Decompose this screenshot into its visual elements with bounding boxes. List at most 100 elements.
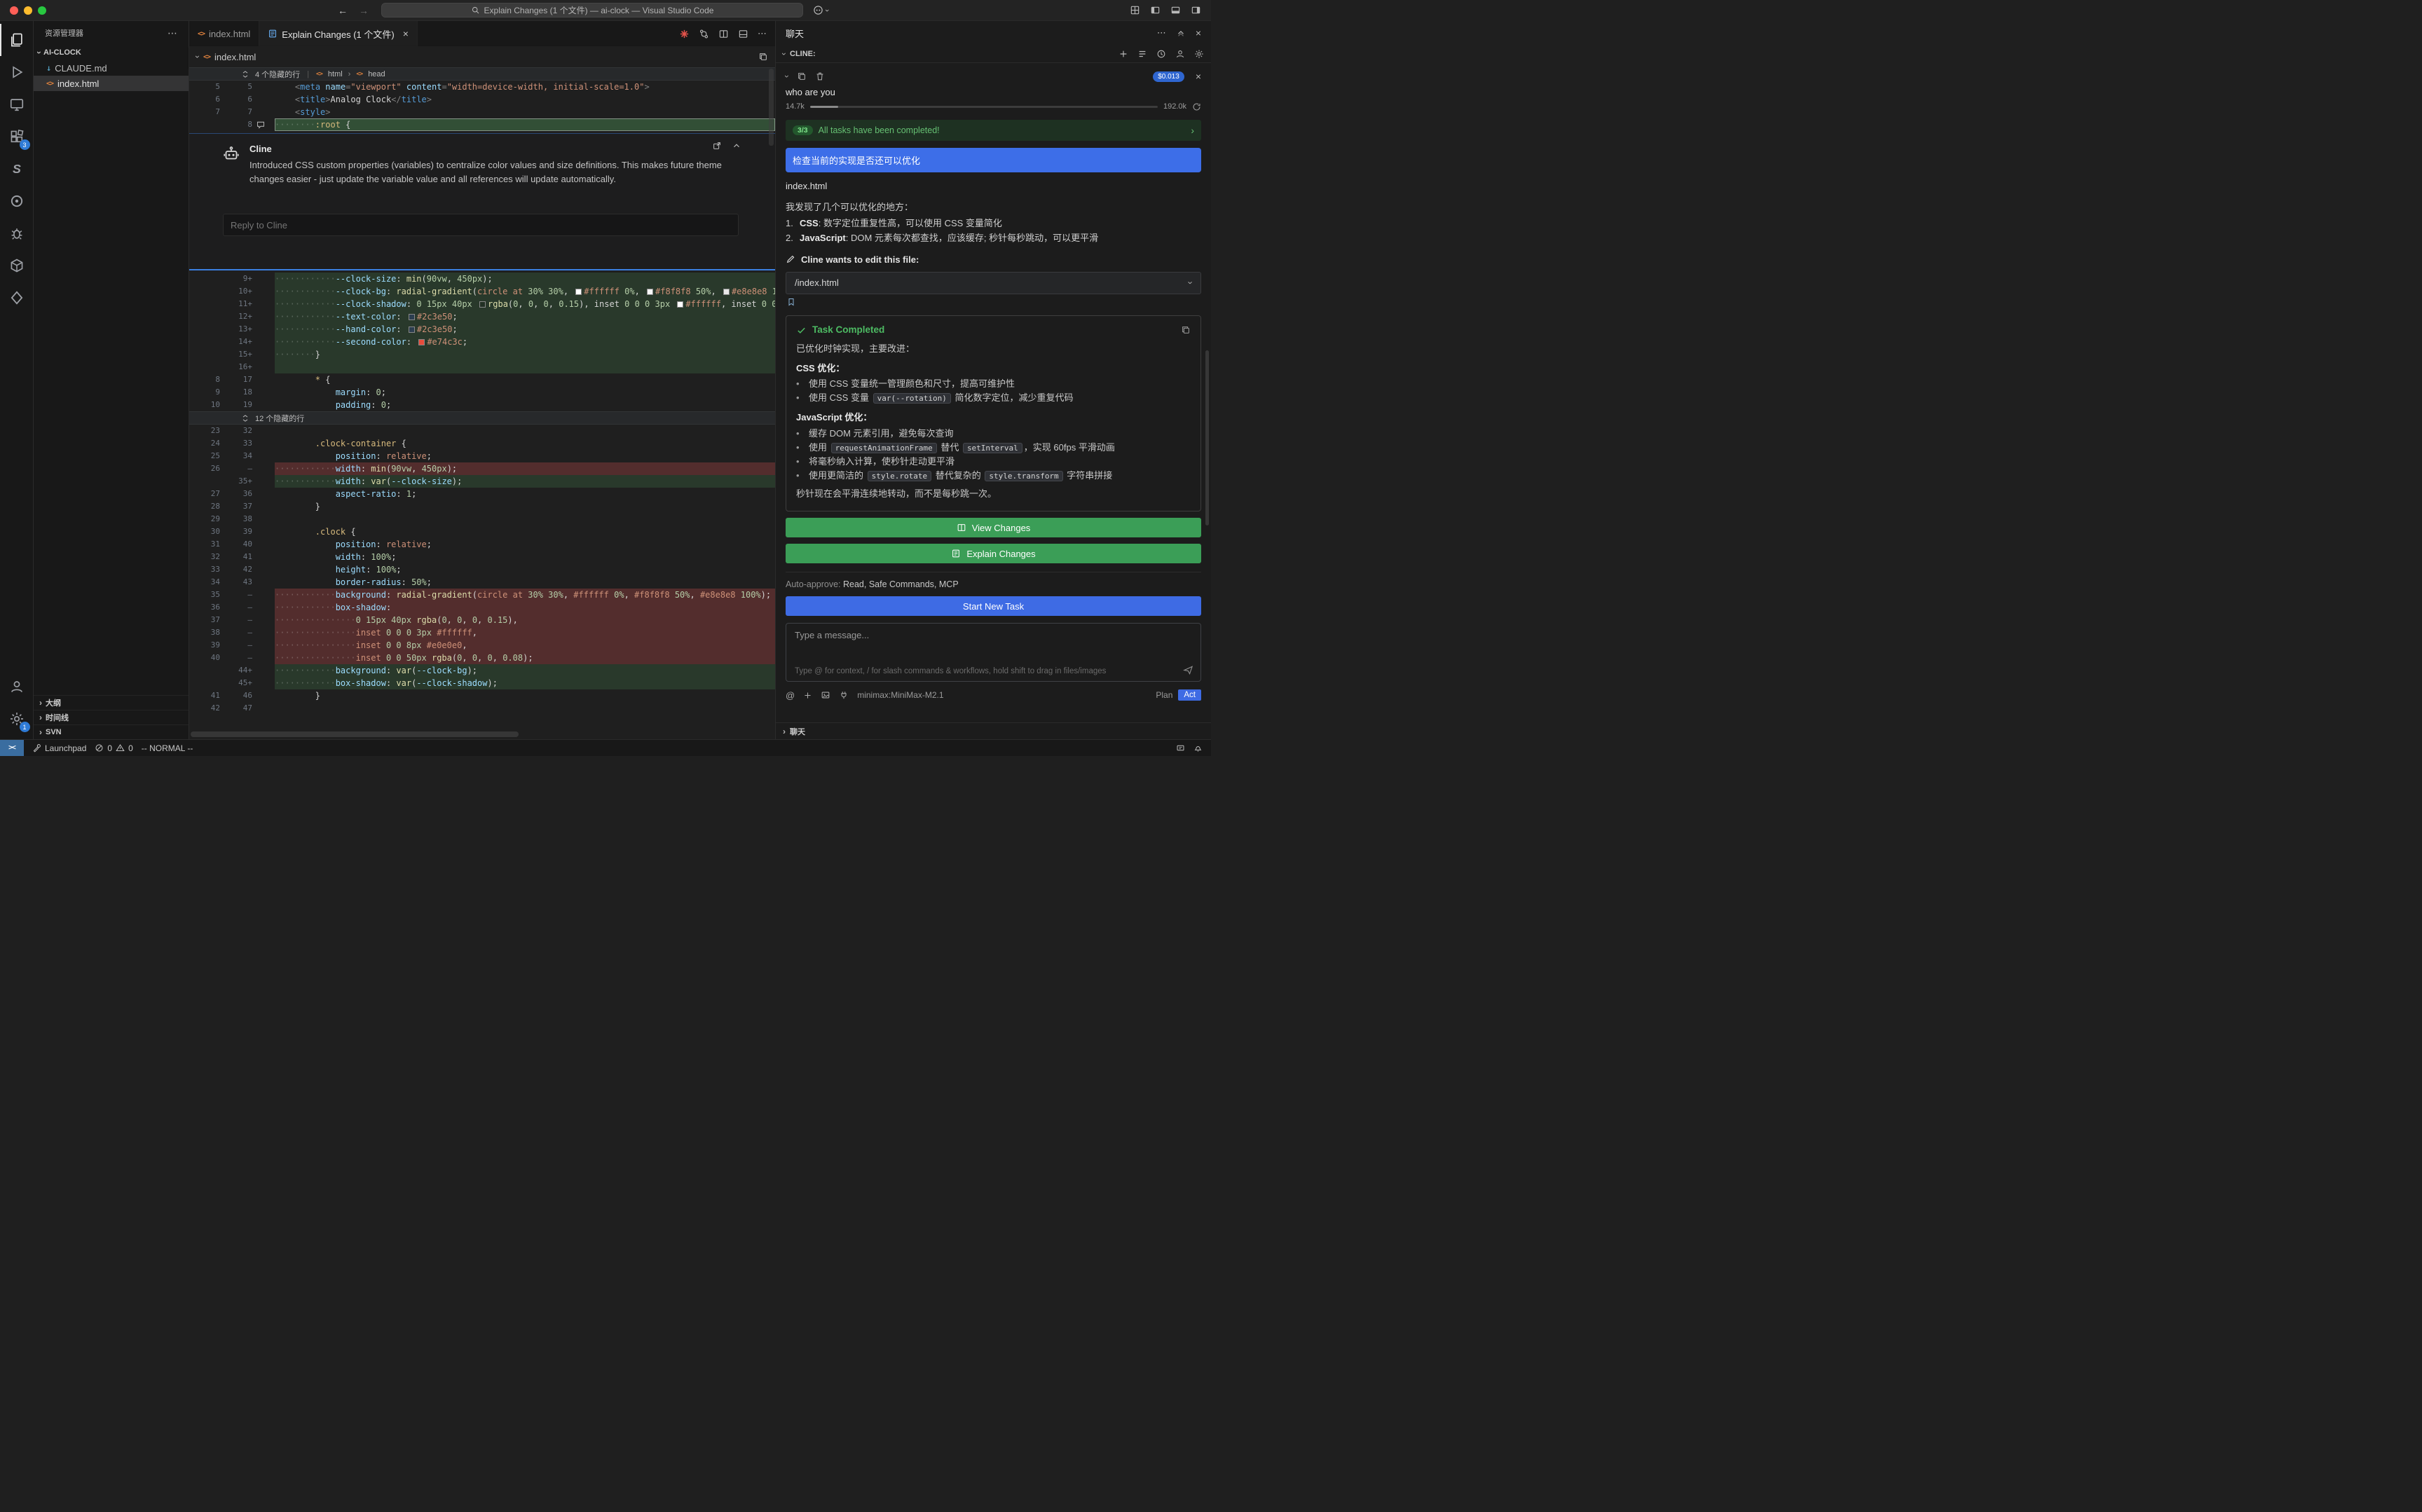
forward-button[interactable]: → (359, 5, 369, 16)
bell-icon[interactable] (1193, 743, 1203, 752)
collapse-widget-icon[interactable] (732, 141, 741, 151)
code-line[interactable]: 15+········} (189, 348, 775, 361)
explain-changes-button[interactable]: Explain Changes (786, 544, 1201, 563)
panel-more-actions-icon[interactable]: ⋯ (1157, 27, 1166, 39)
toggle-primary-sidebar-icon[interactable] (1150, 5, 1161, 15)
code-line[interactable]: 37—················0 15px 40px rgba(0, 0… (189, 614, 775, 626)
code-line[interactable]: 77 <style> (189, 106, 775, 118)
code-line[interactable]: 66 <title>Analog Clock</title> (189, 93, 775, 106)
code-line[interactable]: 9+············--clock-size: min(90vw, 45… (189, 273, 775, 285)
back-button[interactable]: ← (338, 5, 348, 16)
code-line[interactable]: 4146 } (189, 689, 775, 702)
hidden-lines-bar-1[interactable]: 4 个隐藏的行 | <> html › <> head (189, 67, 775, 81)
code-line[interactable]: 35+············width: var(--clock-size); (189, 475, 775, 488)
horizontal-scrollbar[interactable] (191, 731, 519, 737)
copy-file-icon[interactable] (758, 52, 768, 62)
sidebar-panel-时间线[interactable]: ›时间线 (34, 710, 189, 724)
image-icon[interactable] (821, 690, 830, 700)
collapsed-diff-strip[interactable] (786, 296, 1201, 308)
toggle-panel-icon[interactable] (1170, 5, 1181, 15)
code-line[interactable]: 36—············box-shadow: (189, 601, 775, 614)
code-line[interactable]: 14+············--second-color: #e74c3c; (189, 336, 775, 348)
code-line[interactable]: 918 margin: 0; (189, 386, 775, 399)
code-line[interactable]: 2837 } (189, 500, 775, 513)
chat-bottom-panel[interactable]: › 聊天 (776, 722, 1211, 739)
git-compare-icon[interactable] (699, 29, 709, 39)
mention-icon[interactable]: @ (786, 690, 795, 701)
tasks-completed-banner[interactable]: 3/3 All tasks have been completed! › (786, 120, 1201, 141)
hidden-lines-bar-2[interactable]: 12 个隐藏的行 (189, 411, 775, 425)
vertical-scrollbar[interactable] (769, 69, 774, 146)
code-line[interactable]: 3039 .clock { (189, 525, 775, 538)
code-line[interactable]: 3342 height: 100%; (189, 563, 775, 576)
toggle-secondary-sidebar-icon[interactable] (1191, 5, 1201, 15)
activity-ext-bug-icon[interactable] (0, 217, 34, 249)
code-line[interactable]: 2534 position: relative; (189, 450, 775, 462)
file-reference[interactable]: index.html (786, 181, 1201, 191)
zoom-window-button[interactable] (38, 6, 46, 15)
edit-file-dropdown[interactable]: /index.html › (786, 272, 1201, 294)
close-tab-icon[interactable]: × (403, 28, 409, 39)
collapse-task-icon[interactable]: › (782, 75, 792, 78)
add-context-icon[interactable] (803, 691, 812, 700)
code-line[interactable]: 2433 .clock-container { (189, 437, 775, 450)
activity-settings[interactable]: 1 (0, 703, 34, 735)
file-item-CLAUDE.md[interactable]: ↓CLAUDE.md (34, 60, 189, 76)
code-line[interactable]: 40—················inset 0 0 50px rgba(0… (189, 652, 775, 664)
account-icon[interactable] (1175, 49, 1185, 59)
activity-account[interactable] (0, 671, 34, 703)
code-line[interactable]: 38—················inset 0 0 0 3px #ffff… (189, 626, 775, 639)
code-line[interactable]: 3443 border-radius: 50%; (189, 576, 775, 589)
ports-icon[interactable] (1176, 743, 1185, 752)
delete-task-icon[interactable] (815, 71, 825, 81)
code-line[interactable]: 11+············--clock-shadow: 0 15px 40… (189, 298, 775, 310)
refresh-icon[interactable] (1192, 102, 1201, 111)
file-item-index.html[interactable]: <>index.html (34, 76, 189, 91)
settings-icon[interactable] (1194, 49, 1204, 59)
split-editor-icon[interactable] (718, 29, 729, 39)
activity-ext-package-icon[interactable] (0, 249, 34, 282)
code-line[interactable]: 4247 (189, 702, 775, 715)
code-line[interactable]: 3140 position: relative; (189, 538, 775, 551)
code-line[interactable]: 26—············width: min(90vw, 450px); (189, 462, 775, 475)
code-line[interactable]: 55 <meta name="viewport" content="width=… (189, 81, 775, 93)
code-line[interactable]: 8········:root { (189, 118, 775, 131)
mcp-plug-icon[interactable] (839, 690, 849, 700)
code-line[interactable]: 13+············--hand-color: #2c3e50; (189, 323, 775, 336)
user-message[interactable]: 检查当前的实现是否还可以优化 (786, 148, 1201, 172)
code-line[interactable]: 1019 padding: 0; (189, 399, 775, 411)
reply-input[interactable] (223, 214, 739, 236)
folder-section-ai-clock[interactable]: › AI-CLOCK (34, 45, 189, 60)
tab-explain-changes[interactable]: Explain Changes (1 个文件) × (259, 21, 418, 46)
code-line[interactable]: 2938 (189, 513, 775, 525)
auto-approve-row[interactable]: Auto-approve: Read, Safe Commands, MCP (786, 572, 1201, 589)
breadcrumb-html[interactable]: html (328, 70, 343, 78)
diff-file-header[interactable]: › <> index.html (189, 46, 775, 67)
explorer-more-actions-icon[interactable]: ⋯ (167, 27, 177, 39)
activity-ext-s-icon[interactable]: S (0, 153, 34, 185)
new-task-icon[interactable] (1118, 49, 1128, 59)
diff-editor[interactable]: 4 个隐藏的行 | <> html › <> head 55 <meta nam… (189, 67, 775, 739)
message-input[interactable] (795, 630, 1192, 640)
kilo-star-icon[interactable] (679, 29, 690, 39)
history-icon[interactable] (1156, 49, 1166, 59)
layout-panel-icon[interactable] (738, 29, 748, 39)
close-task-icon[interactable]: × (1196, 71, 1201, 82)
customize-layout-icon[interactable] (1130, 5, 1140, 15)
activity-remote-explorer[interactable] (0, 88, 34, 121)
sidebar-panel-大纲[interactable]: ›大纲 (34, 695, 189, 710)
code-line[interactable]: 35—············background: radial-gradie… (189, 589, 775, 601)
view-changes-button[interactable]: View Changes (786, 518, 1201, 537)
copilot-menu[interactable]: › (813, 5, 828, 15)
code-line[interactable]: 44+············background: var(--clock-b… (189, 664, 775, 677)
minimize-window-button[interactable] (24, 6, 32, 15)
code-line[interactable]: 817 * { (189, 373, 775, 386)
vim-mode-indicator[interactable]: -- NORMAL -- (142, 743, 193, 753)
message-input-box[interactable]: Type @ for context, / for slash commands… (786, 623, 1201, 682)
act-mode-toggle[interactable]: Act (1178, 689, 1201, 701)
editor-more-actions-icon[interactable]: ⋯ (758, 28, 767, 39)
activity-ext-diamond-icon[interactable] (0, 282, 34, 314)
code-line[interactable]: 2332 (189, 425, 775, 437)
code-line[interactable]: 3241 width: 100%; (189, 551, 775, 563)
panel-scrollbar[interactable] (1205, 350, 1209, 525)
